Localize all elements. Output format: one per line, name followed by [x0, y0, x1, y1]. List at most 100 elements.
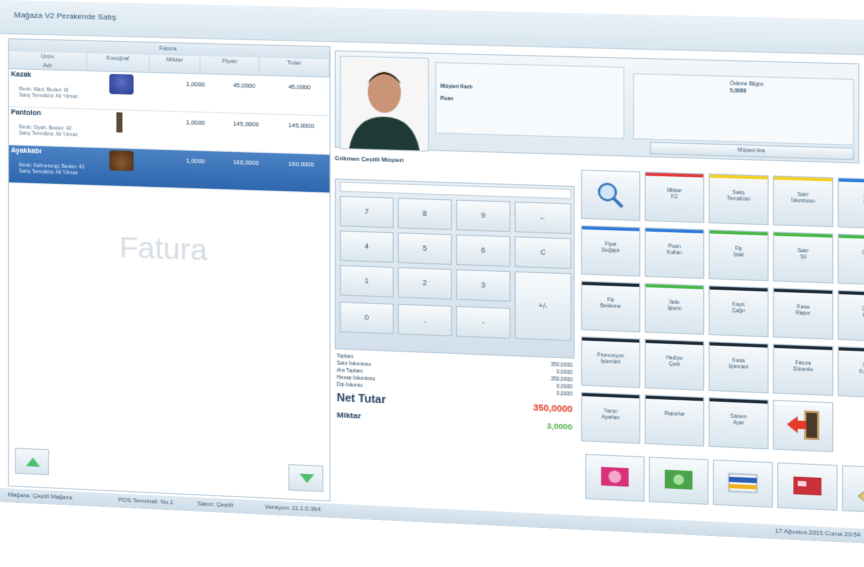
customer-photo [340, 56, 429, 152]
numpad-key[interactable]: ← [515, 201, 572, 234]
numpad-key[interactable]: 1 [340, 265, 394, 297]
function-color-bar [646, 173, 704, 178]
invoice-panel: Fatura Ürün Adı Fotoğraf Miktar Fiyatı T… [8, 38, 331, 501]
function-button[interactable]: Çıkış [773, 400, 833, 452]
function-color-bar [774, 233, 832, 238]
function-color-bar [646, 340, 704, 345]
function-button[interactable]: Kasa Rapor [773, 288, 833, 340]
function-color-bar [710, 286, 768, 291]
function-color-bar [839, 178, 864, 183]
customer-points-label: Puan [440, 96, 453, 102]
scroll-up-button[interactable] [15, 448, 49, 476]
watermark-text: Fatura [119, 231, 207, 268]
numpad: 7 8 9 ← 4 5 6 C 1 2 3 0, - +/- [335, 178, 575, 358]
row-details: Renk: Siyah, Beden: 42 Satış Temsilcisi:… [19, 125, 190, 142]
pay-banknote-button[interactable] [649, 457, 709, 505]
payment-info-value: 5,0000 [730, 88, 746, 95]
function-button[interactable]: Promosyon İşlemleri [581, 336, 640, 388]
function-button[interactable]: Ürün Bul [838, 234, 864, 286]
row-total: 160,0000 [288, 162, 314, 169]
product-name: Pantolon [11, 109, 41, 117]
function-label: Dip İsk. [839, 193, 864, 207]
line-discount-value: 0,0000 [556, 369, 572, 376]
function-label: Satış Temsilcisi [710, 189, 768, 203]
numpad-key[interactable]: 6 [456, 234, 510, 267]
numpad-key[interactable]: - [456, 306, 510, 339]
function-color-bar [582, 337, 639, 342]
function-label: Promosyon İşlemleri [582, 352, 639, 367]
function-button[interactable]: Kayıt Çağır [709, 285, 769, 337]
subtotal-label: Ara Toplam [337, 368, 363, 375]
function-button[interactable]: Sistem Ayar [709, 397, 769, 449]
numpad-key[interactable]: 5 [398, 232, 452, 264]
function-button[interactable]: Puan Kullan [645, 227, 705, 279]
function-color-bar [710, 342, 768, 347]
numpad-key[interactable]: 0 [340, 302, 394, 335]
function-color-bar [646, 284, 704, 289]
function-button[interactable]: Fiyat Değiştir [581, 225, 640, 276]
function-label: Kayıt Çağır [710, 301, 768, 316]
pay-cash-button[interactable] [585, 454, 644, 502]
function-button[interactable]: Miktar F2 [645, 172, 705, 223]
row-qty: 1,0000 [186, 159, 205, 166]
function-button[interactable]: Fatura Düzenle [773, 344, 833, 396]
function-button[interactable]: İade İşlemi [645, 283, 705, 335]
net-total-label: Net Tutar [337, 392, 386, 406]
numpad-key[interactable]: +/- [515, 271, 572, 341]
bottom-discount-label: Dip İskonto [337, 382, 363, 389]
scroll-down-button[interactable] [288, 464, 323, 492]
function-color-bar [582, 226, 639, 231]
arrow-down-icon [300, 474, 314, 484]
exit-icon [774, 401, 832, 451]
numpad-key[interactable]: 2 [398, 267, 452, 300]
table-row[interactable]: Ayakkabı 1,0000 160,0000 160,0000 Renk: … [9, 145, 330, 193]
function-button[interactable]: Satır İskontosu [773, 175, 833, 227]
function-color-bar [774, 289, 832, 294]
function-label: Satır Sil [774, 247, 832, 261]
pos-window: Mağaza V2 Perakende Satış Fatura Ürün Ad… [0, 0, 864, 543]
function-button[interactable]: Ara [581, 170, 640, 221]
function-label: Stok Kontrol [839, 362, 864, 377]
function-button[interactable]: Kasa İşlemleri [709, 341, 769, 393]
function-color-bar [839, 235, 864, 240]
row-details: Renk: Kahverengi, Beden: 43 Satış Temsil… [19, 163, 190, 180]
search-icon [582, 171, 639, 220]
function-color-bar [710, 398, 768, 403]
function-button[interactable]: Satır Sil [773, 232, 833, 284]
function-button[interactable]: Fiş Bekleme [581, 281, 640, 333]
cash-icon [586, 455, 643, 501]
column-header-total: Tutar [260, 58, 330, 77]
column-header-photo: Fotoğraf [87, 53, 150, 72]
numpad-key[interactable]: 7 [340, 196, 394, 228]
function-button[interactable]: Satış Temsilcisi [709, 173, 769, 225]
numpad-key[interactable]: 9 [456, 200, 510, 233]
total-value: 350,0000 [551, 362, 573, 369]
row-total: 145,0000 [288, 123, 314, 130]
banknote-icon [650, 458, 708, 504]
function-label: Satır İskontosu [774, 191, 832, 205]
function-button[interactable]: Stok Kontrol [838, 346, 864, 398]
function-button[interactable]: Dip İsk. [838, 177, 864, 229]
function-color-bar [774, 177, 832, 182]
function-label: Kasa İşlemleri [710, 357, 768, 372]
function-button[interactable]: Yazıcı Ayarları [581, 392, 640, 444]
numpad-key[interactable]: 8 [398, 198, 452, 230]
numpad-key[interactable]: , [398, 304, 452, 337]
function-button[interactable]: Fiş İptal [709, 229, 769, 281]
function-button[interactable]: Raporlar [645, 395, 705, 447]
function-label: Sistem Ayar [710, 413, 768, 428]
numpad-key[interactable]: C [515, 236, 572, 269]
customer-panel: Müşteri Kartı Puan Ödeme Bilgisi 5,0000 … [335, 50, 860, 163]
function-label: Fiş İptal [710, 245, 768, 259]
row-price: 145,0000 [233, 122, 259, 129]
quantity-label: Miktar [337, 410, 361, 420]
numpad-key[interactable]: 3 [456, 269, 510, 302]
function-button[interactable]: Hediye Çeki [645, 339, 705, 391]
function-button[interactable]: Ürün Bilgi [838, 290, 864, 342]
function-label: Fiş Bekleme [582, 296, 639, 310]
function-label: Ürün Bul [839, 249, 864, 264]
reflection [0, 500, 864, 567]
function-color-bar [646, 228, 704, 233]
numpad-key[interactable]: 4 [340, 230, 394, 262]
function-label: Kasa Rapor [774, 303, 832, 318]
